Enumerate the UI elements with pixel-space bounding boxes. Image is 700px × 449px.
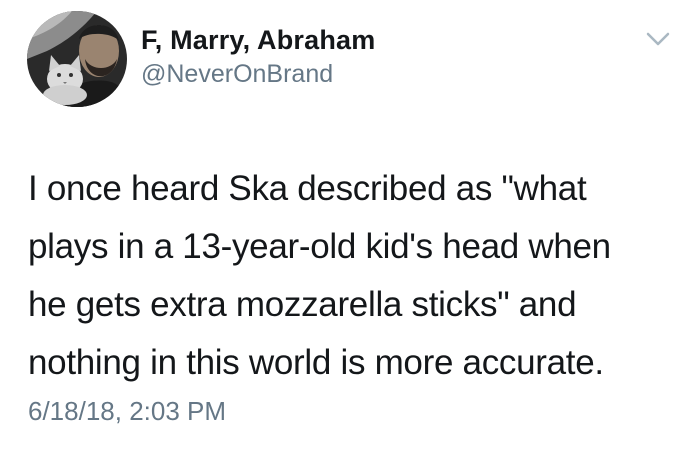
chevron-down-icon[interactable]	[645, 30, 671, 48]
author-handle[interactable]: @NeverOnBrand	[141, 60, 333, 89]
author-display-name[interactable]: F, Marry, Abraham	[141, 25, 375, 56]
tweet-text-line: I once heard Ska described as "what	[28, 169, 587, 208]
tweet-text-line: nothing in this world is more accurate.	[28, 343, 604, 382]
tweet-text-line: plays in a 13-year-old kid's head when	[28, 227, 611, 266]
tweet-text: I once heard Ska described as "what play…	[28, 160, 688, 392]
avatar[interactable]	[27, 11, 127, 107]
tweet-card: F, Marry, Abraham @NeverOnBrand I once h…	[0, 0, 700, 449]
avatar-image	[27, 11, 127, 107]
tweet-text-line: he gets extra mozzarella sticks" and	[28, 285, 577, 324]
tweet-timestamp[interactable]: 6/18/18, 2:03 PM	[28, 396, 226, 427]
